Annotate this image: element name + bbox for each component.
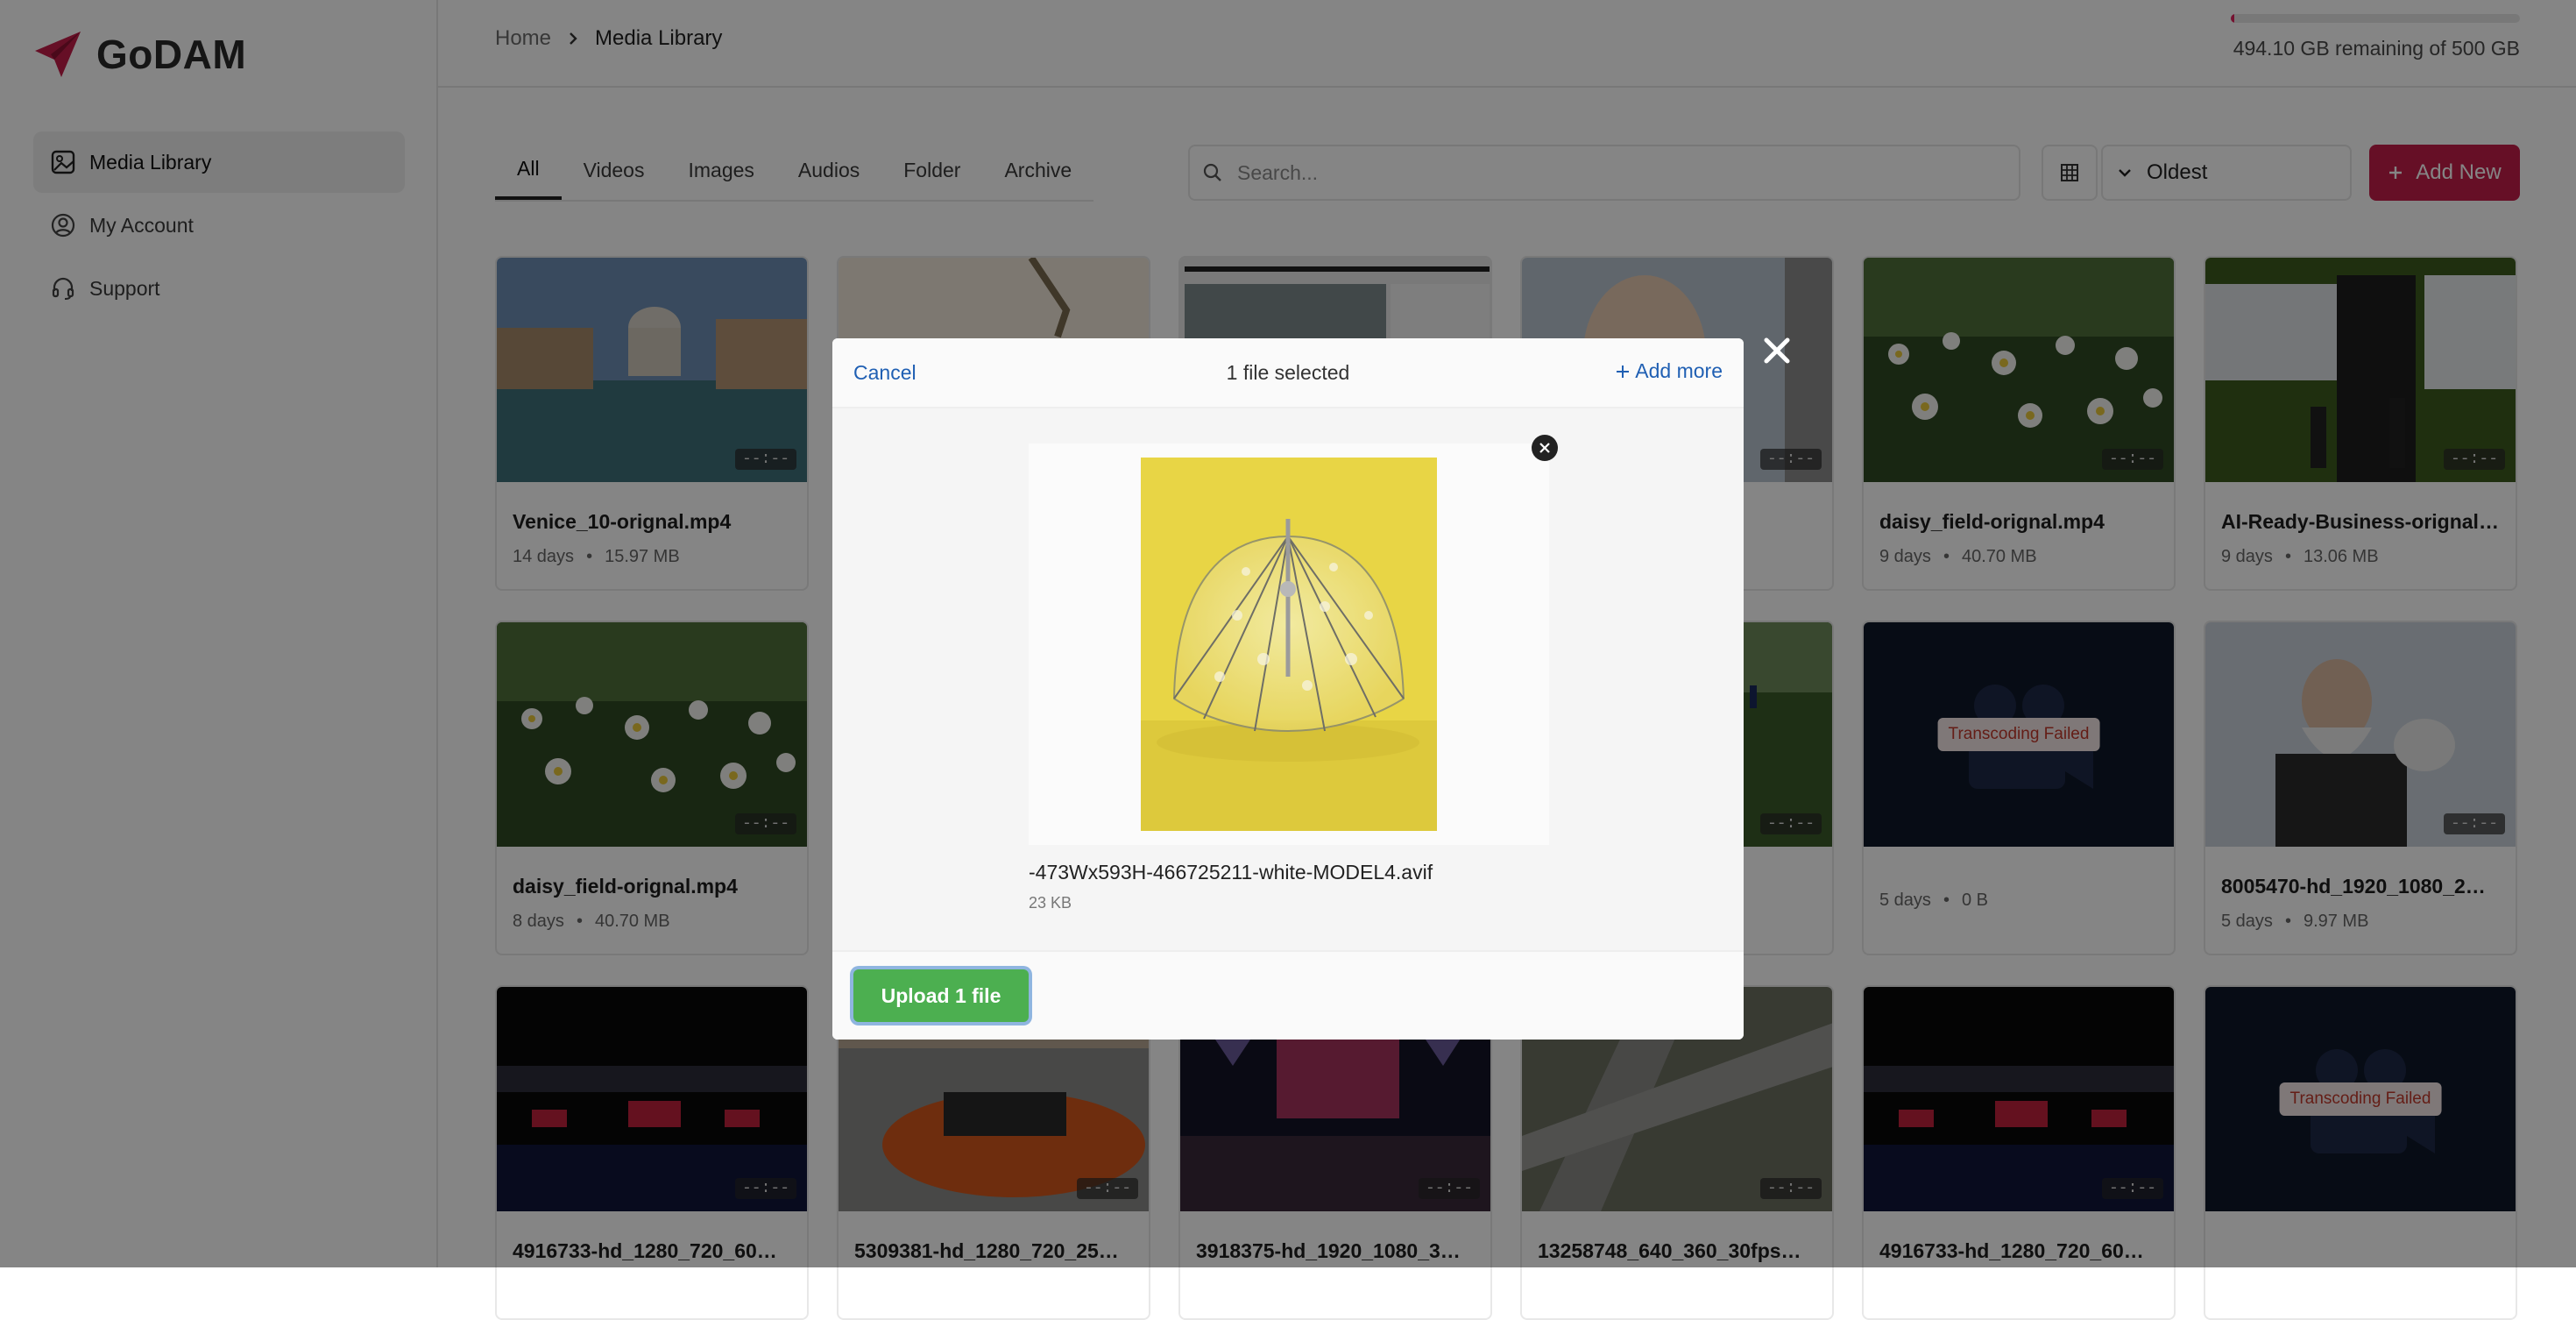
modal-header: 1 file selected Cancel Add more <box>832 338 1744 408</box>
add-more-label: Add more <box>1635 359 1723 382</box>
umbrella-image <box>1141 458 1437 831</box>
cancel-button[interactable]: Cancel <box>853 361 916 385</box>
close-modal-button[interactable] <box>1759 333 1794 368</box>
close-icon <box>1539 443 1550 453</box>
modal-footer: Upload 1 file <box>832 950 1744 1040</box>
file-preview-card <box>1029 444 1549 845</box>
add-more-button[interactable]: Add more <box>1616 359 1723 383</box>
close-icon <box>1764 337 1790 364</box>
plus-icon <box>1617 365 1630 378</box>
upload-modal: 1 file selected Cancel Add more -473Wx59… <box>832 338 1744 1040</box>
file-name: -473Wx593H-466725211-white-MODEL4.avif <box>1029 861 1433 884</box>
upload-button[interactable]: Upload 1 file <box>853 969 1029 1022</box>
files-selected-count: 1 file selected <box>1226 361 1350 384</box>
file-size: 23 KB <box>1029 894 1072 912</box>
modal-body: -473Wx593H-466725211-white-MODEL4.avif 2… <box>832 408 1744 950</box>
remove-file-button[interactable] <box>1532 435 1558 461</box>
